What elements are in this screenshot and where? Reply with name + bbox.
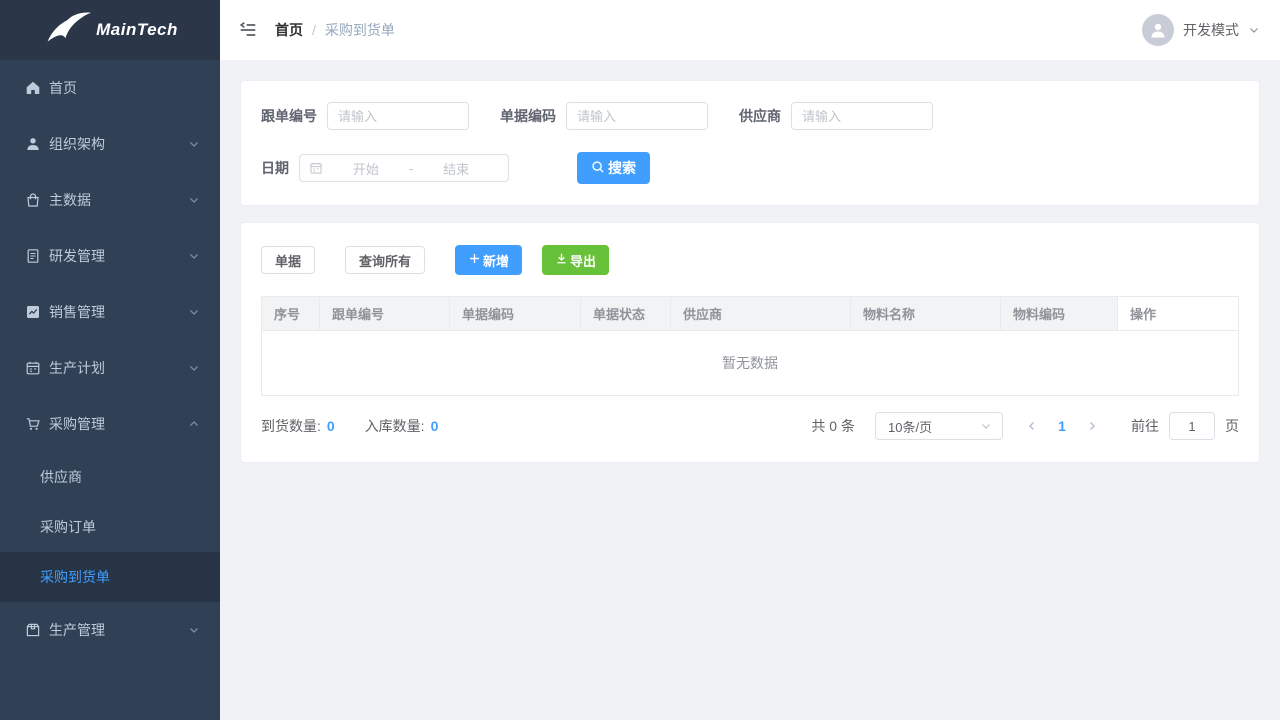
- sidebar-item-production-management[interactable]: 生产管理: [0, 602, 220, 658]
- bag-icon: [25, 192, 41, 208]
- date-start-placeholder: 开始: [323, 159, 409, 178]
- page-number[interactable]: 1: [1047, 418, 1077, 434]
- supplier-input[interactable]: [791, 102, 933, 130]
- table-header-cell: 跟单编号: [320, 297, 450, 331]
- export-button[interactable]: 导出: [542, 245, 609, 275]
- sidebar-item-sales-management[interactable]: 销售管理: [0, 284, 220, 340]
- chevron-up-icon: [188, 418, 200, 430]
- avatar: [1142, 14, 1174, 46]
- table-header-cell: 单据编码: [450, 297, 581, 331]
- sidebar-subitem-purchase-order[interactable]: 采购订单: [0, 502, 220, 552]
- arrival-count-value: 0: [327, 418, 335, 434]
- chevron-down-icon: [188, 194, 200, 206]
- inbound-count-value: 0: [431, 418, 439, 434]
- breadcrumb-separator: /: [312, 22, 316, 38]
- search-icon: [591, 160, 605, 177]
- document-icon: [25, 248, 41, 264]
- user-name: 开发模式: [1183, 20, 1239, 40]
- table-header-cell: 物料编码: [1001, 297, 1118, 331]
- box-icon: [25, 622, 41, 638]
- app-logo: MainTech: [0, 0, 220, 60]
- document-button[interactable]: 单据: [261, 246, 315, 274]
- user-menu[interactable]: 开发模式: [1142, 14, 1260, 46]
- breadcrumb: 首页 / 采购到货单: [275, 20, 395, 40]
- document-code-input[interactable]: [566, 102, 708, 130]
- sidebar-item-home[interactable]: 首页: [0, 60, 220, 116]
- filter-label: 单据编码: [500, 106, 556, 126]
- filter-tracking-number: 跟单编号: [261, 102, 469, 130]
- chevron-down-icon: [188, 250, 200, 262]
- main-area: 首页 / 采购到货单 开发模式 跟单编号 单据编码: [220, 0, 1280, 720]
- filter-supplier: 供应商: [739, 102, 933, 130]
- page-content: 跟单编号 单据编码 供应商 日期: [220, 60, 1280, 720]
- filter-label: 供应商: [739, 106, 781, 126]
- table-header-cell: 单据状态: [581, 297, 671, 331]
- goto-page-input[interactable]: [1169, 412, 1215, 440]
- chevron-down-icon: [188, 362, 200, 374]
- arrival-count-label: 到货数量:: [261, 416, 321, 436]
- sidebar-item-production-plan[interactable]: 生产计划: [0, 340, 220, 396]
- breadcrumb-home[interactable]: 首页: [275, 20, 303, 40]
- filter-label: 跟单编号: [261, 106, 317, 126]
- data-table: 序号 跟单编号 单据编码 单据状态 供应商 物料名称 物料编码 操作 暂无数据: [261, 296, 1239, 396]
- table-header-cell: 序号: [262, 297, 320, 331]
- logo-text: MainTech: [96, 20, 178, 40]
- sidebar-menu: 首页 组织架构 主数据 研发管理: [0, 60, 220, 658]
- download-icon: [555, 252, 568, 268]
- chevron-down-icon: [1248, 24, 1260, 36]
- calendar-icon: [25, 360, 41, 376]
- calendar-icon: [309, 161, 323, 175]
- prev-page-icon[interactable]: [1017, 412, 1047, 440]
- sidebar-item-organization[interactable]: 组织架构: [0, 116, 220, 172]
- goto-label: 前往: [1131, 416, 1159, 436]
- chevron-down-icon: [188, 138, 200, 150]
- tracking-number-input[interactable]: [327, 102, 469, 130]
- table-panel: 单据 查询所有 新增 导出 序号 跟单编号: [240, 222, 1260, 463]
- filter-document-code: 单据编码: [500, 102, 708, 130]
- sidebar-item-purchase-management[interactable]: 采购管理: [0, 396, 220, 452]
- table-footer: 到货数量: 0 入库数量: 0 共 0 条 10条/页: [261, 412, 1239, 440]
- table-header-cell: 操作: [1118, 297, 1238, 331]
- inbound-count-label: 入库数量:: [365, 416, 425, 436]
- page-unit-label: 页: [1225, 416, 1239, 436]
- chevron-down-icon: [188, 306, 200, 318]
- table-header-cell: 供应商: [671, 297, 851, 331]
- date-range-picker[interactable]: 开始 - 结束: [299, 154, 509, 182]
- sidebar-item-rnd-management[interactable]: 研发管理: [0, 228, 220, 284]
- table-empty-state: 暂无数据: [262, 331, 1238, 396]
- sidebar-item-master-data[interactable]: 主数据: [0, 172, 220, 228]
- next-page-icon[interactable]: [1077, 412, 1107, 440]
- breadcrumb-current: 采购到货单: [325, 20, 395, 40]
- sidebar-subitem-purchase-arrival[interactable]: 采购到货单: [0, 552, 220, 602]
- plus-icon: [468, 252, 481, 268]
- sidebar: MainTech 首页 组织架构 主数据: [0, 0, 220, 720]
- home-icon: [25, 80, 41, 96]
- total-count: 共 0 条: [811, 416, 855, 436]
- table-header-cell: 物料名称: [851, 297, 1001, 331]
- chevron-down-icon: [980, 420, 992, 432]
- page-size-select[interactable]: 10条/页: [875, 412, 1003, 440]
- filter-panel: 跟单编号 单据编码 供应商 日期: [240, 80, 1260, 206]
- user-icon: [25, 136, 41, 152]
- top-header: 首页 / 采购到货单 开发模式: [220, 0, 1280, 60]
- search-button[interactable]: 搜索: [577, 152, 650, 184]
- query-all-button[interactable]: 查询所有: [345, 246, 425, 274]
- toolbar: 单据 查询所有 新增 导出: [261, 245, 1239, 275]
- filter-label: 日期: [261, 158, 289, 178]
- filter-date: 日期 开始 - 结束: [261, 154, 509, 182]
- pagination: 共 0 条 10条/页 1 前往: [811, 412, 1239, 440]
- add-button[interactable]: 新增: [455, 245, 522, 275]
- logo-swoosh-icon: [42, 11, 96, 50]
- collapse-menu-icon[interactable]: [238, 19, 260, 41]
- sidebar-subitem-supplier[interactable]: 供应商: [0, 452, 220, 502]
- chevron-down-icon: [188, 624, 200, 636]
- table-header-row: 序号 跟单编号 单据编码 单据状态 供应商 物料名称 物料编码 操作: [262, 297, 1238, 331]
- date-end-placeholder: 结束: [413, 159, 499, 178]
- cart-icon: [25, 416, 41, 432]
- summary-counts: 到货数量: 0 入库数量: 0: [261, 416, 438, 436]
- chart-icon: [25, 304, 41, 320]
